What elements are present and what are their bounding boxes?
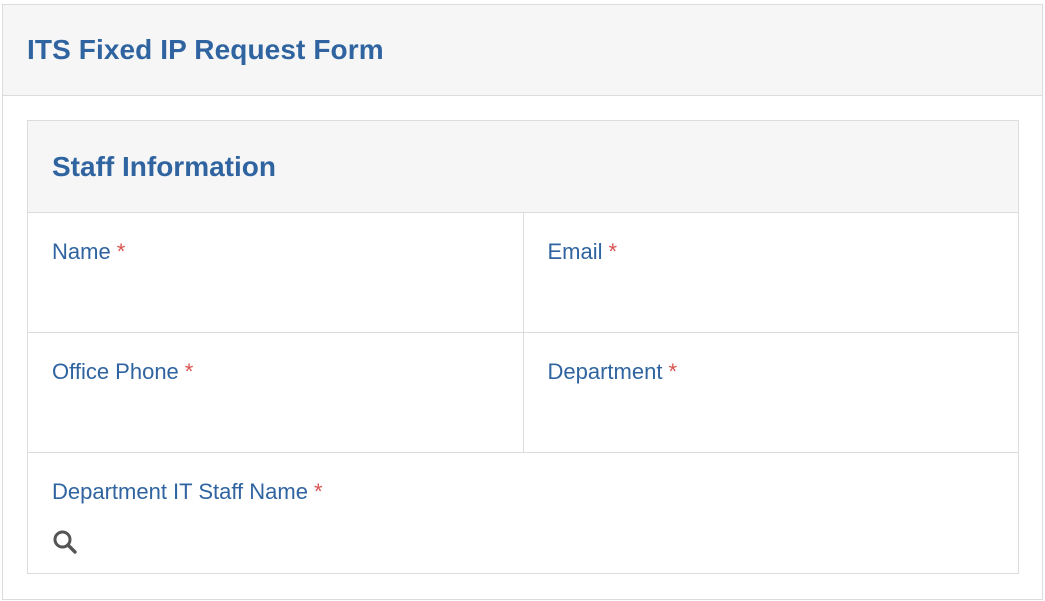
department-field-cell: Department * [522,333,1019,452]
staff-information-section: Staff Information Name * Email * Office Ph… [27,120,1019,574]
name-input[interactable] [52,273,499,313]
it-staff-name-label: Department IT Staff Name [52,479,308,504]
required-marker: * [116,239,126,264]
it-staff-name-input[interactable] [88,519,994,559]
name-field-cell: Name * [28,213,523,332]
form-title: ITS Fixed IP Request Form [27,34,384,65]
office-phone-label: Office Phone [52,359,179,384]
department-input[interactable] [547,393,994,433]
section-header: Staff Information [28,121,1018,213]
email-input[interactable] [547,273,994,313]
email-label: Email [547,239,603,264]
form-row: Name * Email * [28,213,1018,333]
form-row: Office Phone * Department * [28,333,1018,453]
office-phone-field-cell: Office Phone * [28,333,523,452]
required-marker: * [184,359,194,384]
office-phone-input[interactable] [52,393,499,433]
required-marker: * [668,359,678,384]
it-staff-name-field-cell: Department IT Staff Name * [28,453,1018,573]
department-label: Department [547,359,663,384]
section-title: Staff Information [52,150,276,182]
name-label: Name [52,239,111,264]
search-icon-glyph [53,530,77,554]
search-icon[interactable] [50,527,80,557]
email-field-cell: Email * [522,213,1019,332]
required-marker: * [608,239,618,264]
form-row: Department IT Staff Name * [28,453,1018,573]
required-marker: * [313,479,323,504]
form-header: ITS Fixed IP Request Form [3,5,1042,96]
request-form: ITS Fixed IP Request Form Staff Informat… [2,4,1043,600]
